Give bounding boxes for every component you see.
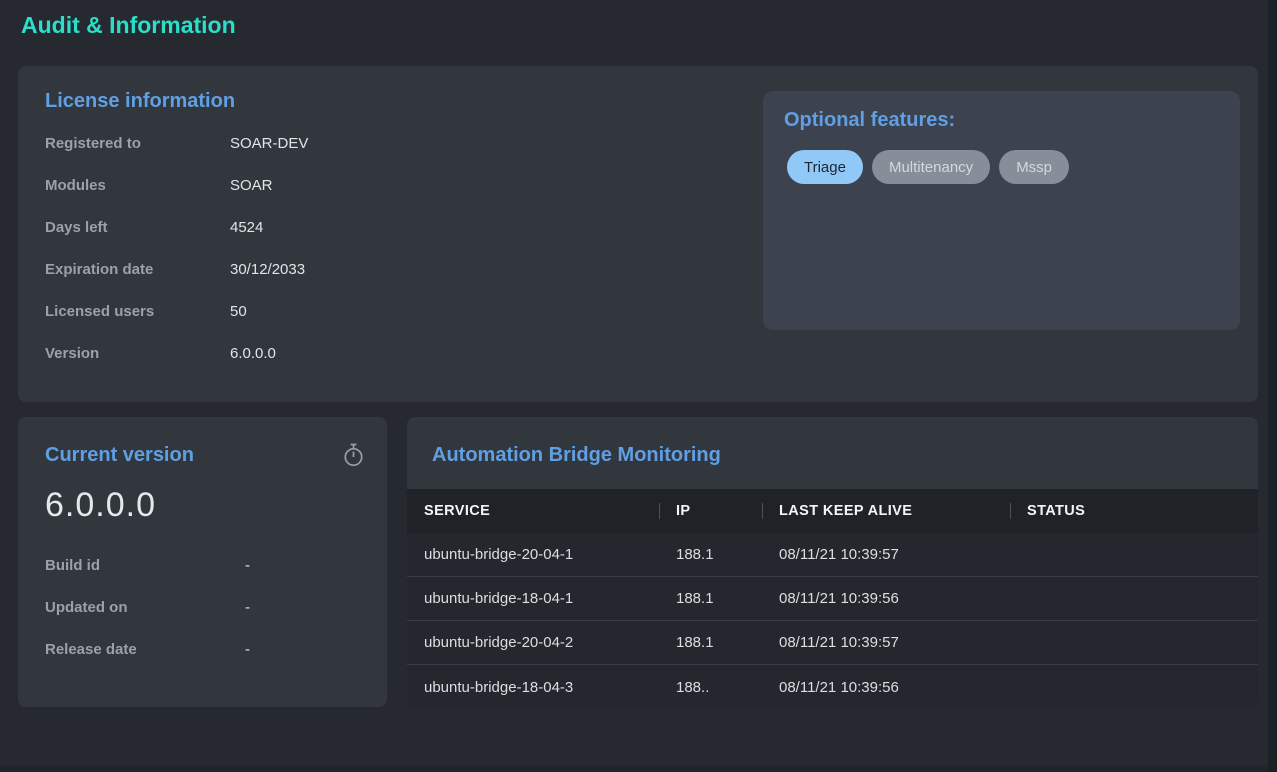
field-label: Expiration date xyxy=(45,261,230,278)
chip-triage[interactable]: Triage xyxy=(787,150,863,184)
current-version-number: 6.0.0.0 xyxy=(45,486,156,525)
field-value: SOAR-DEV xyxy=(230,135,308,152)
bridge-monitoring-title: Automation Bridge Monitoring xyxy=(432,444,721,467)
field-label: Days left xyxy=(45,219,230,236)
table-body: ubuntu-bridge-20-04-1 188.1 08/11/21 10:… xyxy=(407,533,1258,707)
cell-last-keep-alive: 08/11/21 10:39:56 xyxy=(762,590,1010,607)
cell-service: ubuntu-bridge-18-04-1 xyxy=(407,590,659,607)
current-version-title: Current version xyxy=(45,444,194,467)
version-field-list: Build id - Updated on - Release date - xyxy=(45,544,365,670)
cell-service: ubuntu-bridge-20-04-2 xyxy=(407,634,659,651)
column-header-service: SERVICE xyxy=(407,503,659,519)
table-row: ubuntu-bridge-18-04-3 188.. 08/11/21 10:… xyxy=(407,665,1258,707)
bridge-monitoring-table: SERVICE IP LAST KEEP ALIVE STATUS ubuntu… xyxy=(407,489,1258,707)
chip-mssp[interactable]: Mssp xyxy=(999,150,1069,184)
optional-features-chip-group: Triage Multitenancy Mssp xyxy=(787,150,1069,184)
field-value: - xyxy=(245,557,250,574)
page-title: Audit & Information xyxy=(21,12,236,39)
field-value: 6.0.0.0 xyxy=(230,345,276,362)
bridge-monitoring-card: Automation Bridge Monitoring SERVICE IP … xyxy=(407,417,1258,707)
field-label: Modules xyxy=(45,177,230,194)
license-field-row: Licensed users 50 xyxy=(45,290,465,332)
table-row: ubuntu-bridge-18-04-1 188.1 08/11/21 10:… xyxy=(407,577,1258,621)
field-value: - xyxy=(245,599,250,616)
table-row: ubuntu-bridge-20-04-2 188.1 08/11/21 10:… xyxy=(407,621,1258,665)
horizontal-scrollbar-track[interactable] xyxy=(0,766,1268,772)
cell-status xyxy=(1010,546,1258,563)
field-value: - xyxy=(245,641,250,658)
license-field-row: Expiration date 30/12/2033 xyxy=(45,248,465,290)
field-label: Build id xyxy=(45,557,245,574)
field-label: Release date xyxy=(45,641,245,658)
field-value: 30/12/2033 xyxy=(230,261,305,278)
cell-ip: 188.1 xyxy=(659,590,762,607)
license-field-row: Days left 4524 xyxy=(45,206,465,248)
version-field-row: Updated on - xyxy=(45,586,365,628)
column-header-ip: IP xyxy=(659,503,762,519)
cell-ip: 188.. xyxy=(659,679,762,696)
optional-features-title: Optional features: xyxy=(784,109,955,132)
cell-ip: 188.1 xyxy=(659,546,762,563)
stopwatch-icon xyxy=(342,443,365,473)
field-value: SOAR xyxy=(230,177,273,194)
table-header-row: SERVICE IP LAST KEEP ALIVE STATUS xyxy=(407,489,1258,533)
table-row: ubuntu-bridge-20-04-1 188.1 08/11/21 10:… xyxy=(407,533,1258,577)
license-info-title: License information xyxy=(45,90,235,113)
cell-status xyxy=(1010,679,1258,696)
license-field-row: Modules SOAR xyxy=(45,164,465,206)
current-version-card: Current version 6.0.0.0 Build id - Updat… xyxy=(18,417,387,707)
cell-ip: 188.1 xyxy=(659,634,762,651)
license-field-row: Registered to SOAR-DEV xyxy=(45,122,465,164)
column-header-last-keep-alive: LAST KEEP ALIVE xyxy=(762,503,1010,519)
cell-service: ubuntu-bridge-20-04-1 xyxy=(407,546,659,563)
cell-service: ubuntu-bridge-18-04-3 xyxy=(407,679,659,696)
cell-last-keep-alive: 08/11/21 10:39:57 xyxy=(762,634,1010,651)
cell-last-keep-alive: 08/11/21 10:39:57 xyxy=(762,546,1010,563)
vertical-scrollbar-track[interactable] xyxy=(1268,0,1277,772)
version-field-row: Build id - xyxy=(45,544,365,586)
field-label: Registered to xyxy=(45,135,230,152)
cell-status xyxy=(1010,590,1258,607)
field-value: 4524 xyxy=(230,219,263,236)
cell-status xyxy=(1010,634,1258,651)
column-header-status: STATUS xyxy=(1010,503,1258,519)
license-field-list: Registered to SOAR-DEV Modules SOAR Days… xyxy=(45,122,465,374)
version-field-row: Release date - xyxy=(45,628,365,670)
field-label: Licensed users xyxy=(45,303,230,320)
chip-multitenancy[interactable]: Multitenancy xyxy=(872,150,990,184)
license-field-row: Version 6.0.0.0 xyxy=(45,332,465,374)
optional-features-panel: Optional features: Triage Multitenancy M… xyxy=(763,91,1240,330)
field-value: 50 xyxy=(230,303,247,320)
license-info-card: License information Registered to SOAR-D… xyxy=(18,66,1258,402)
field-label: Updated on xyxy=(45,599,245,616)
cell-last-keep-alive: 08/11/21 10:39:56 xyxy=(762,679,1010,696)
field-label: Version xyxy=(45,345,230,362)
